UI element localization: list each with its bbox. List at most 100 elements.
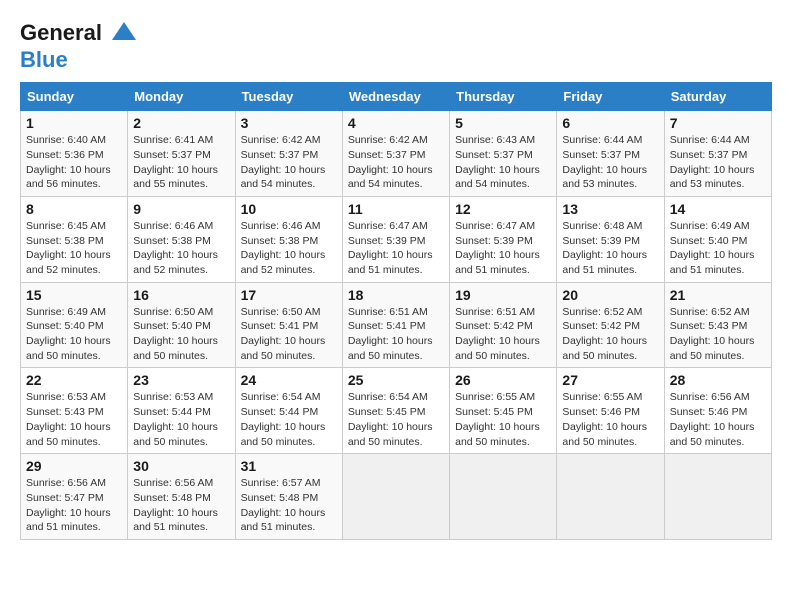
day-number: 6: [562, 115, 658, 131]
weekday-wednesday: Wednesday: [342, 83, 449, 111]
day-number: 25: [348, 372, 444, 388]
day-cell: 10 Sunrise: 6:46 AMSunset: 5:38 PMDaylig…: [235, 196, 342, 282]
day-cell: [557, 454, 664, 540]
day-info: Sunrise: 6:42 AMSunset: 5:37 PMDaylight:…: [241, 134, 326, 190]
day-cell: 29 Sunrise: 6:56 AMSunset: 5:47 PMDaylig…: [21, 454, 128, 540]
day-info: Sunrise: 6:53 AMSunset: 5:44 PMDaylight:…: [133, 391, 218, 447]
day-cell: 5 Sunrise: 6:43 AMSunset: 5:37 PMDayligh…: [450, 111, 557, 197]
day-info: Sunrise: 6:54 AMSunset: 5:44 PMDaylight:…: [241, 391, 326, 447]
week-row-5: 29 Sunrise: 6:56 AMSunset: 5:47 PMDaylig…: [21, 454, 772, 540]
day-info: Sunrise: 6:49 AMSunset: 5:40 PMDaylight:…: [26, 306, 111, 362]
day-number: 18: [348, 287, 444, 303]
day-number: 12: [455, 201, 551, 217]
day-cell: 26 Sunrise: 6:55 AMSunset: 5:45 PMDaylig…: [450, 368, 557, 454]
day-cell: 2 Sunrise: 6:41 AMSunset: 5:37 PMDayligh…: [128, 111, 235, 197]
day-number: 23: [133, 372, 229, 388]
day-info: Sunrise: 6:52 AMSunset: 5:43 PMDaylight:…: [670, 306, 755, 362]
weekday-header-row: SundayMondayTuesdayWednesdayThursdayFrid…: [21, 83, 772, 111]
day-cell: 18 Sunrise: 6:51 AMSunset: 5:41 PMDaylig…: [342, 282, 449, 368]
day-cell: 13 Sunrise: 6:48 AMSunset: 5:39 PMDaylig…: [557, 196, 664, 282]
day-info: Sunrise: 6:55 AMSunset: 5:46 PMDaylight:…: [562, 391, 647, 447]
day-cell: 8 Sunrise: 6:45 AMSunset: 5:38 PMDayligh…: [21, 196, 128, 282]
day-cell: 17 Sunrise: 6:50 AMSunset: 5:41 PMDaylig…: [235, 282, 342, 368]
day-info: Sunrise: 6:49 AMSunset: 5:40 PMDaylight:…: [670, 220, 755, 276]
day-info: Sunrise: 6:47 AMSunset: 5:39 PMDaylight:…: [455, 220, 540, 276]
day-cell: 20 Sunrise: 6:52 AMSunset: 5:42 PMDaylig…: [557, 282, 664, 368]
logo: General Blue: [20, 20, 138, 72]
day-number: 22: [26, 372, 122, 388]
day-number: 11: [348, 201, 444, 217]
day-cell: 12 Sunrise: 6:47 AMSunset: 5:39 PMDaylig…: [450, 196, 557, 282]
day-info: Sunrise: 6:50 AMSunset: 5:41 PMDaylight:…: [241, 306, 326, 362]
day-cell: 28 Sunrise: 6:56 AMSunset: 5:46 PMDaylig…: [664, 368, 771, 454]
day-number: 30: [133, 458, 229, 474]
day-info: Sunrise: 6:46 AMSunset: 5:38 PMDaylight:…: [133, 220, 218, 276]
day-number: 3: [241, 115, 337, 131]
day-number: 14: [670, 201, 766, 217]
day-cell: [664, 454, 771, 540]
day-info: Sunrise: 6:54 AMSunset: 5:45 PMDaylight:…: [348, 391, 433, 447]
day-number: 19: [455, 287, 551, 303]
day-cell: 15 Sunrise: 6:49 AMSunset: 5:40 PMDaylig…: [21, 282, 128, 368]
day-cell: 14 Sunrise: 6:49 AMSunset: 5:40 PMDaylig…: [664, 196, 771, 282]
day-info: Sunrise: 6:45 AMSunset: 5:38 PMDaylight:…: [26, 220, 111, 276]
day-number: 28: [670, 372, 766, 388]
day-cell: 19 Sunrise: 6:51 AMSunset: 5:42 PMDaylig…: [450, 282, 557, 368]
day-number: 27: [562, 372, 658, 388]
day-cell: [450, 454, 557, 540]
day-number: 2: [133, 115, 229, 131]
day-cell: 3 Sunrise: 6:42 AMSunset: 5:37 PMDayligh…: [235, 111, 342, 197]
day-cell: 1 Sunrise: 6:40 AMSunset: 5:36 PMDayligh…: [21, 111, 128, 197]
weekday-sunday: Sunday: [21, 83, 128, 111]
day-cell: 6 Sunrise: 6:44 AMSunset: 5:37 PMDayligh…: [557, 111, 664, 197]
week-row-1: 1 Sunrise: 6:40 AMSunset: 5:36 PMDayligh…: [21, 111, 772, 197]
day-cell: 9 Sunrise: 6:46 AMSunset: 5:38 PMDayligh…: [128, 196, 235, 282]
day-number: 21: [670, 287, 766, 303]
weekday-saturday: Saturday: [664, 83, 771, 111]
day-info: Sunrise: 6:42 AMSunset: 5:37 PMDaylight:…: [348, 134, 433, 190]
day-cell: 24 Sunrise: 6:54 AMSunset: 5:44 PMDaylig…: [235, 368, 342, 454]
day-info: Sunrise: 6:53 AMSunset: 5:43 PMDaylight:…: [26, 391, 111, 447]
day-info: Sunrise: 6:51 AMSunset: 5:42 PMDaylight:…: [455, 306, 540, 362]
header: General Blue: [20, 20, 772, 72]
day-number: 9: [133, 201, 229, 217]
day-cell: 16 Sunrise: 6:50 AMSunset: 5:40 PMDaylig…: [128, 282, 235, 368]
day-number: 13: [562, 201, 658, 217]
week-row-2: 8 Sunrise: 6:45 AMSunset: 5:38 PMDayligh…: [21, 196, 772, 282]
day-info: Sunrise: 6:41 AMSunset: 5:37 PMDaylight:…: [133, 134, 218, 190]
logo-icon: [110, 20, 138, 48]
day-info: Sunrise: 6:56 AMSunset: 5:46 PMDaylight:…: [670, 391, 755, 447]
day-info: Sunrise: 6:44 AMSunset: 5:37 PMDaylight:…: [670, 134, 755, 190]
day-number: 29: [26, 458, 122, 474]
day-cell: 11 Sunrise: 6:47 AMSunset: 5:39 PMDaylig…: [342, 196, 449, 282]
day-number: 26: [455, 372, 551, 388]
week-row-4: 22 Sunrise: 6:53 AMSunset: 5:43 PMDaylig…: [21, 368, 772, 454]
day-number: 1: [26, 115, 122, 131]
day-cell: [342, 454, 449, 540]
day-info: Sunrise: 6:43 AMSunset: 5:37 PMDaylight:…: [455, 134, 540, 190]
weekday-monday: Monday: [128, 83, 235, 111]
day-cell: 4 Sunrise: 6:42 AMSunset: 5:37 PMDayligh…: [342, 111, 449, 197]
day-cell: 22 Sunrise: 6:53 AMSunset: 5:43 PMDaylig…: [21, 368, 128, 454]
weekday-friday: Friday: [557, 83, 664, 111]
logo-blue: Blue: [20, 48, 138, 72]
day-info: Sunrise: 6:46 AMSunset: 5:38 PMDaylight:…: [241, 220, 326, 276]
day-info: Sunrise: 6:44 AMSunset: 5:37 PMDaylight:…: [562, 134, 647, 190]
day-cell: 27 Sunrise: 6:55 AMSunset: 5:46 PMDaylig…: [557, 368, 664, 454]
day-info: Sunrise: 6:40 AMSunset: 5:36 PMDaylight:…: [26, 134, 111, 190]
calendar-body: 1 Sunrise: 6:40 AMSunset: 5:36 PMDayligh…: [21, 111, 772, 540]
day-info: Sunrise: 6:52 AMSunset: 5:42 PMDaylight:…: [562, 306, 647, 362]
day-number: 5: [455, 115, 551, 131]
day-cell: 21 Sunrise: 6:52 AMSunset: 5:43 PMDaylig…: [664, 282, 771, 368]
day-number: 7: [670, 115, 766, 131]
day-info: Sunrise: 6:57 AMSunset: 5:48 PMDaylight:…: [241, 477, 326, 533]
day-cell: 31 Sunrise: 6:57 AMSunset: 5:48 PMDaylig…: [235, 454, 342, 540]
weekday-thursday: Thursday: [450, 83, 557, 111]
weekday-tuesday: Tuesday: [235, 83, 342, 111]
day-number: 8: [26, 201, 122, 217]
day-number: 17: [241, 287, 337, 303]
day-cell: 7 Sunrise: 6:44 AMSunset: 5:37 PMDayligh…: [664, 111, 771, 197]
day-number: 15: [26, 287, 122, 303]
day-info: Sunrise: 6:56 AMSunset: 5:47 PMDaylight:…: [26, 477, 111, 533]
day-number: 4: [348, 115, 444, 131]
